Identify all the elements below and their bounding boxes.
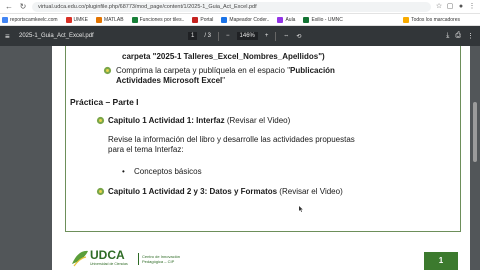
pdf-title: 2025-1_Guia_Act_Excel.pdf	[19, 33, 94, 39]
bookmark-item[interactable]: Funciones por tiles..	[131, 16, 184, 23]
extensions-icon[interactable]: ▢	[446, 3, 454, 11]
bookmarks-bar: reportscamkeelc.com UMKE MATLAB Funcione…	[0, 14, 480, 26]
cap1-heading: Capitulo 1 Actividad 1: Interfaz (Revisa…	[108, 116, 291, 125]
zoom-in-button[interactable]: +	[265, 33, 269, 39]
udca-logo: UDCA Universidad de Ciencias Centro de I…	[70, 246, 190, 270]
reload-icon[interactable]: ↻	[18, 2, 28, 12]
bookmark-icon	[277, 16, 284, 23]
page-number-badge: 1	[424, 252, 458, 270]
carpeta-line: carpeta "2025-1 Talleres_Excel_Nombres_A…	[122, 52, 325, 61]
star-icon[interactable]: ☆	[435, 3, 443, 11]
page-number-input[interactable]: 1	[188, 32, 198, 40]
rotate-icon[interactable]: ⟲	[296, 33, 301, 40]
logo-leaf-icon	[72, 250, 88, 267]
logo-text: UDCA	[90, 248, 125, 262]
address-bar: ← ↻ virtual.udca.edu.co/pluginfile.php/6…	[0, 0, 480, 14]
zoom-level[interactable]: 146%	[236, 32, 258, 40]
bookmark-icon	[95, 16, 102, 23]
all-bookmarks[interactable]: Todos los marcadores	[403, 16, 460, 23]
mouse-cursor-icon	[299, 206, 303, 212]
revise-line-1: Revise la información del libro y desarr…	[108, 135, 355, 144]
bookmark-icon	[303, 16, 310, 23]
logo-cip-2: Pedagógica – CIP	[142, 259, 175, 264]
download-icon[interactable]: ⤓	[446, 32, 449, 40]
url-field[interactable]: virtual.udca.edu.co/pluginfile.php/68773…	[32, 1, 431, 12]
divider	[275, 31, 277, 41]
section-heading: Práctica – Parte I	[70, 97, 139, 107]
pdf-actions: ⤓ ⎙ ⋮	[446, 26, 474, 46]
zoom-out-button[interactable]: −	[226, 33, 230, 39]
cap2-heading: Capitulo 1 Actividad 2 y 3: Datos y Form…	[108, 187, 343, 196]
bullet-item: Conceptos básicos	[134, 167, 202, 176]
bookmark-icon	[221, 16, 228, 23]
gear-bullet-icon	[96, 187, 105, 196]
bookmark-icon	[2, 16, 8, 23]
logo-divider	[138, 253, 139, 265]
bookmark-item[interactable]: Mapeador Coder..	[221, 16, 269, 23]
scrollbar-thumb[interactable]	[473, 102, 477, 162]
print-icon[interactable]: ⎙	[455, 32, 461, 40]
comprima-line-1: Comprima la carpeta y publíquela en el e…	[116, 66, 335, 75]
divider	[218, 31, 220, 41]
profile-icon[interactable]: ●	[457, 3, 465, 11]
bullet-dot: •	[122, 167, 125, 176]
pdf-toolbar: ≡ 2025-1_Guia_Act_Excel.pdf 1 / 3 − 146%…	[0, 26, 480, 46]
bookmark-item[interactable]: reportscamkeelc.com	[2, 16, 58, 23]
bookmark-item[interactable]: Exilio - UMNC	[303, 16, 343, 23]
pdf-viewer[interactable]: carpeta "2025-1 Talleres_Excel_Nombres_A…	[0, 46, 480, 270]
gear-bullet-icon	[96, 116, 105, 125]
back-icon[interactable]: ←	[4, 2, 14, 12]
bookmark-item[interactable]: Aula	[277, 16, 295, 23]
bookmark-item[interactable]: MATLAB	[95, 16, 124, 23]
bookmark-icon	[65, 16, 72, 23]
bookmark-item[interactable]: Portal	[192, 16, 213, 23]
folder-icon	[403, 16, 410, 23]
gear-bullet-icon	[103, 66, 112, 75]
pdf-controls: 1 / 3 − 146% + ⇔ ⟲	[188, 26, 301, 46]
menu-dots-icon[interactable]: ⋮	[468, 3, 476, 11]
bookmark-icon	[192, 16, 199, 23]
scrollbar[interactable]	[470, 46, 480, 270]
fit-page-icon[interactable]: ⇔	[283, 33, 289, 39]
logo-subtitle: Universidad de Ciencias	[90, 262, 128, 266]
hamburger-menu-icon[interactable]: ≡	[5, 32, 13, 41]
more-options-icon[interactable]: ⋮	[467, 32, 474, 40]
pdf-page: carpeta "2025-1 Talleres_Excel_Nombres_A…	[52, 46, 470, 270]
page-total: / 3	[204, 33, 212, 39]
bookmark-icon	[131, 16, 138, 23]
bookmark-item[interactable]: UMKE	[65, 16, 88, 23]
revise-line-2: para el tema Interfaz:	[108, 145, 184, 154]
comprima-line-2: Actividades Microsoft Excel"	[116, 76, 226, 85]
